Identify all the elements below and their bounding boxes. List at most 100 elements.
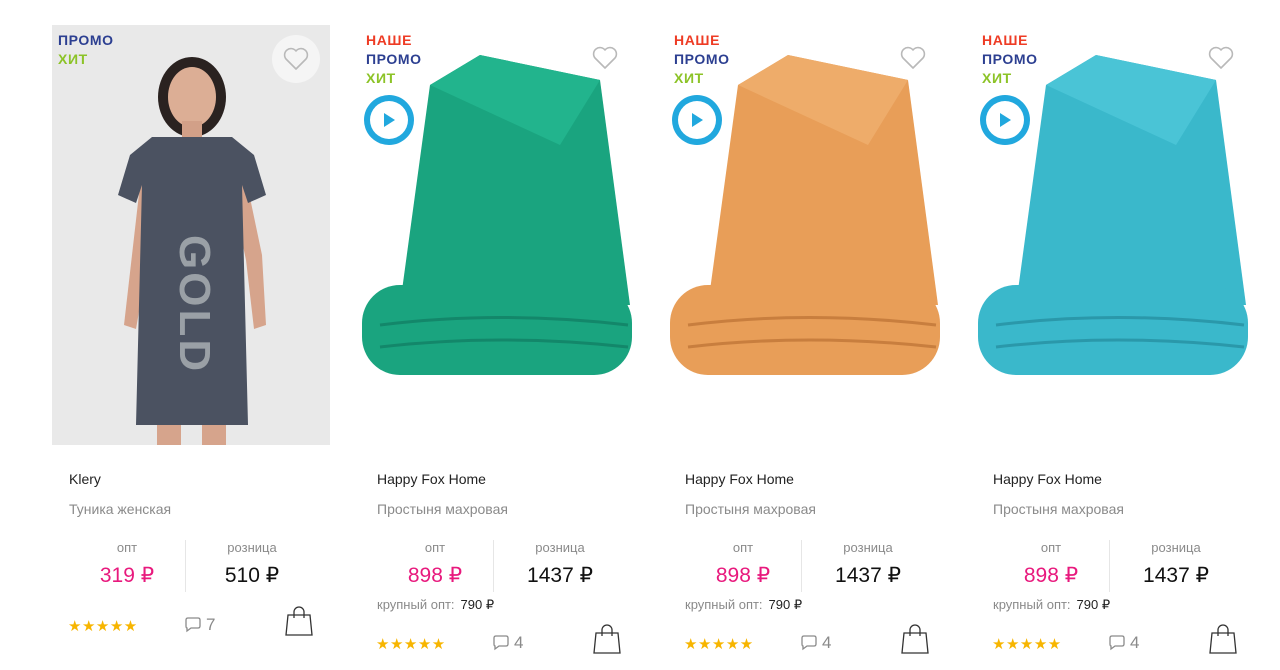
product-badges: ПРОМО ХИТ	[58, 31, 114, 69]
product-image[interactable]: GOLD ПРОМО ХИТ	[52, 25, 330, 445]
retail-price: 1437 ₽	[527, 564, 593, 587]
bulk-price: крупный опт: 790 ₽	[377, 597, 494, 613]
play-icon	[384, 113, 395, 127]
favorite-button[interactable]	[272, 35, 320, 83]
wholesale-price: 319 ₽	[99, 564, 155, 587]
retail-price: 510 ₽	[224, 564, 280, 587]
retail-price: 1437 ₽	[835, 564, 901, 587]
price-divider	[493, 540, 494, 592]
price-block: опт 319 ₽ розница 510 ₽	[52, 540, 322, 592]
reviews-link[interactable]: 7	[184, 615, 215, 635]
speech-bubble-icon	[801, 635, 817, 651]
favorite-button[interactable]	[1202, 39, 1240, 77]
price-divider	[801, 540, 802, 592]
bulk-price-value: 790 ₽	[768, 597, 803, 612]
wholesale-price: 898 ₽	[715, 564, 771, 587]
shopping-bag-icon	[285, 606, 313, 636]
product-card[interactable]: НАШЕ ПРОМО ХИТ Happy Fox Home Простыня м…	[668, 25, 946, 665]
price-divider	[1109, 540, 1110, 592]
wholesale-price-label: опт	[1040, 540, 1062, 555]
add-to-cart-button[interactable]	[901, 623, 929, 660]
badge: ХИТ	[982, 70, 1012, 86]
product-title[interactable]: Туника женская	[69, 501, 171, 517]
price-block: опт 898 ₽ розница 1437 ₽	[360, 540, 630, 592]
product-brand[interactable]: Happy Fox Home	[685, 471, 794, 487]
price-block: опт 898 ₽ розница 1437 ₽	[976, 540, 1246, 592]
rating-stars: ★★★★★	[684, 636, 754, 653]
add-to-cart-button[interactable]	[1209, 623, 1237, 660]
badge: ХИТ	[674, 70, 704, 86]
reviews-count: 7	[206, 615, 216, 634]
product-card[interactable]: GOLD ПРОМО ХИТ Klery Туника женская опт …	[52, 25, 330, 665]
favorite-button[interactable]	[586, 39, 624, 77]
badge: ПРОМО	[366, 51, 422, 67]
product-image[interactable]: НАШЕ ПРОМО ХИТ	[976, 25, 1254, 445]
wholesale-price-label: опт	[732, 540, 754, 555]
rating-stars: ★★★★★	[376, 636, 446, 653]
tunic-photo: GOLD	[118, 57, 266, 445]
badge: ПРОМО	[982, 51, 1038, 67]
product-brand[interactable]: Klery	[69, 471, 101, 487]
wholesale-price-label: опт	[116, 540, 138, 555]
play-icon	[692, 113, 703, 127]
product-brand[interactable]: Happy Fox Home	[993, 471, 1102, 487]
product-title[interactable]: Простыня махровая	[377, 501, 508, 517]
speech-bubble-icon	[185, 617, 201, 633]
play-video-button[interactable]	[672, 95, 722, 145]
retail-price: 1437 ₽	[1143, 564, 1209, 587]
towel-photo	[362, 55, 632, 375]
play-video-button[interactable]	[364, 95, 414, 145]
product-card[interactable]: НАШЕ ПРОМО ХИТ Happy Fox Home Простыня м…	[360, 25, 638, 665]
retail-price-label: розница	[1151, 540, 1201, 555]
card-footer: ★★★★★ 4	[684, 624, 934, 659]
badge: ПРОМО	[58, 32, 114, 48]
heart-outline-icon	[592, 46, 618, 69]
rating-stars: ★★★★★	[68, 618, 138, 635]
reviews-link[interactable]: 4	[800, 633, 831, 653]
add-to-cart-button[interactable]	[593, 623, 621, 660]
shopping-bag-icon	[593, 624, 621, 654]
badge: НАШЕ	[674, 32, 721, 48]
heart-outline-icon	[1208, 46, 1234, 69]
bulk-price-value: 790 ₽	[460, 597, 495, 612]
product-badges: НАШЕ ПРОМО ХИТ	[674, 31, 730, 88]
speech-bubble-icon	[493, 635, 509, 651]
play-video-button[interactable]	[980, 95, 1030, 145]
badge: НАШЕ	[366, 32, 413, 48]
bulk-price-label: крупный опт:	[685, 597, 763, 612]
reviews-count: 4	[822, 633, 832, 652]
card-footer: ★★★★★ 4	[992, 624, 1242, 659]
product-image[interactable]: НАШЕ ПРОМО ХИТ	[668, 25, 946, 445]
badge: ХИТ	[58, 51, 88, 67]
card-footer: ★★★★★ 7	[68, 606, 318, 641]
speech-bubble-icon	[1109, 635, 1125, 651]
shopping-bag-icon	[1209, 624, 1237, 654]
price-block: опт 898 ₽ розница 1437 ₽	[668, 540, 938, 592]
reviews-link[interactable]: 4	[1108, 633, 1139, 653]
towel-photo	[670, 55, 940, 375]
heart-outline-icon	[900, 46, 926, 69]
product-badges: НАШЕ ПРОМО ХИТ	[982, 31, 1038, 88]
product-title[interactable]: Простыня махровая	[993, 501, 1124, 517]
reviews-count: 4	[514, 633, 524, 652]
heart-outline-icon	[283, 47, 309, 70]
towel-photo	[978, 55, 1248, 375]
wholesale-price: 898 ₽	[407, 564, 463, 587]
bulk-price-label: крупный опт:	[377, 597, 455, 612]
favorite-button[interactable]	[894, 39, 932, 77]
retail-price-label: розница	[535, 540, 585, 555]
bulk-price-value: 790 ₽	[1076, 597, 1111, 612]
shopping-bag-icon	[901, 624, 929, 654]
product-image[interactable]: НАШЕ ПРОМО ХИТ	[360, 25, 638, 445]
add-to-cart-button[interactable]	[285, 605, 313, 642]
product-badges: НАШЕ ПРОМО ХИТ	[366, 31, 422, 88]
product-brand[interactable]: Happy Fox Home	[377, 471, 486, 487]
price-divider	[185, 540, 186, 592]
reviews-link[interactable]: 4	[492, 633, 523, 653]
wholesale-price-label: опт	[424, 540, 446, 555]
bulk-price: крупный опт: 790 ₽	[685, 597, 802, 613]
product-card[interactable]: НАШЕ ПРОМО ХИТ Happy Fox Home Простыня м…	[976, 25, 1254, 665]
product-title[interactable]: Простыня махровая	[685, 501, 816, 517]
reviews-count: 4	[1130, 633, 1140, 652]
badge: ПРОМО	[674, 51, 730, 67]
